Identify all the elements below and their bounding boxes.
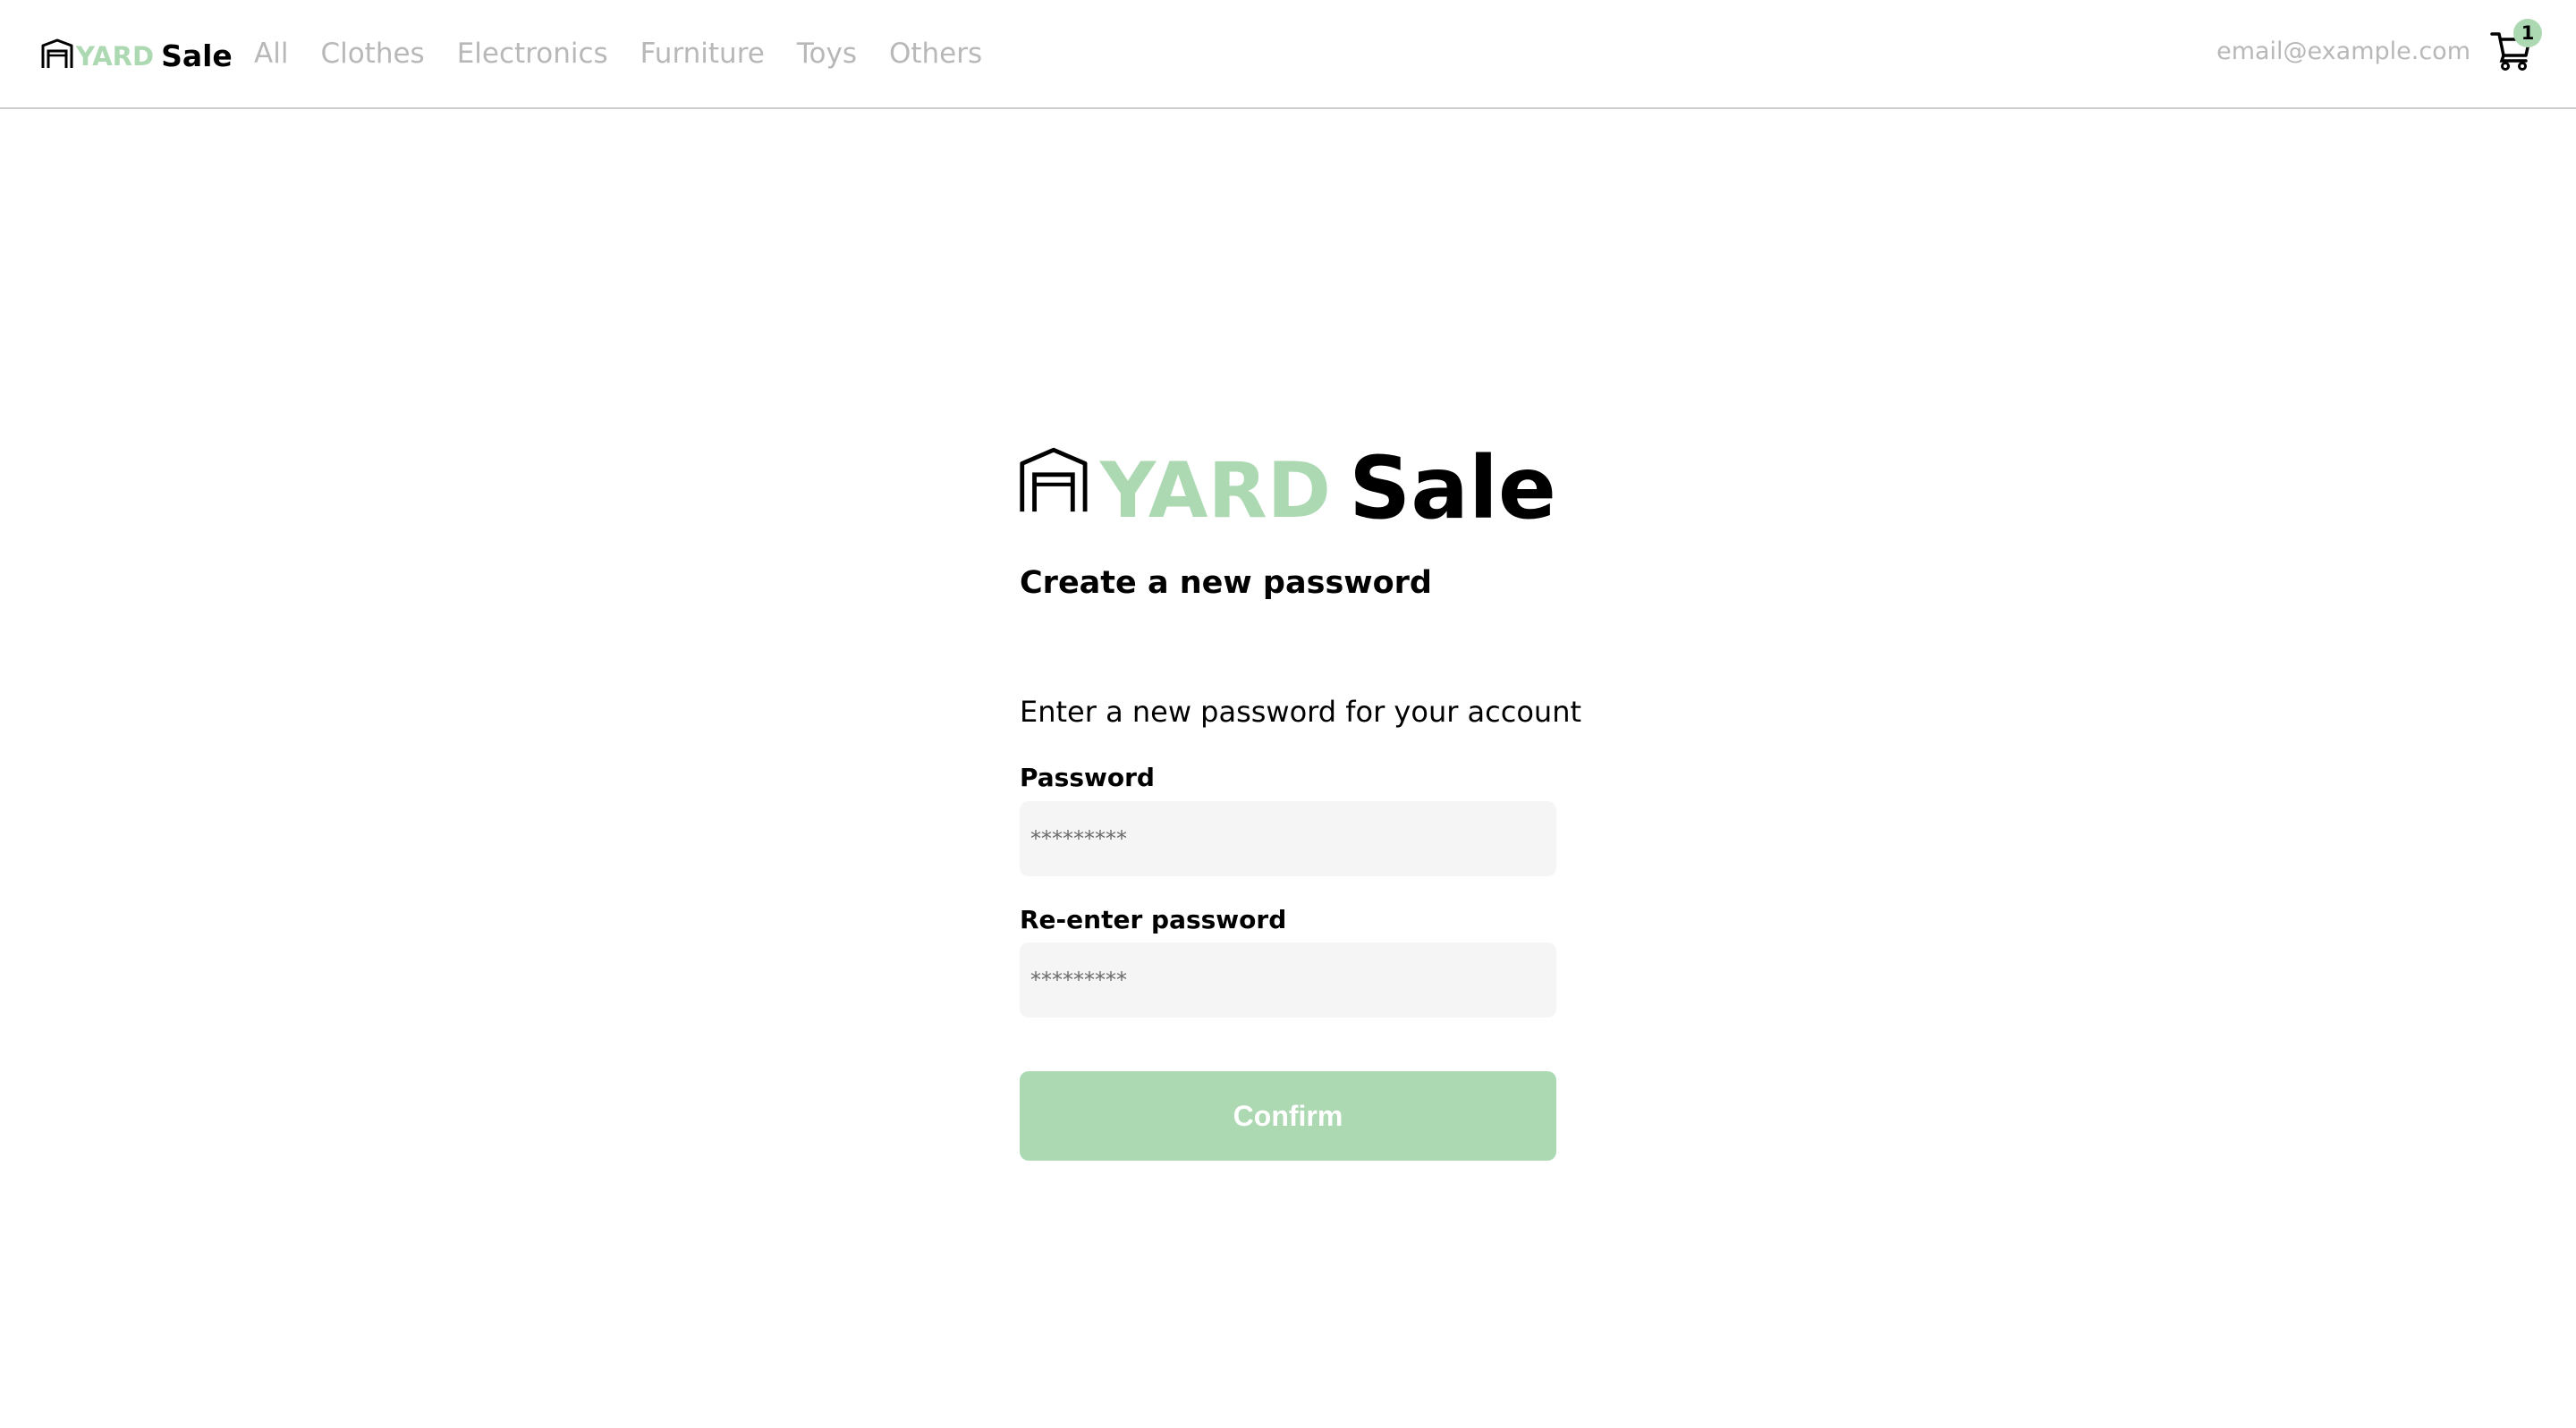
logo-sale-text: Sale bbox=[1349, 438, 1556, 538]
garage-icon bbox=[41, 38, 73, 68]
page-title: Create a new password bbox=[1020, 565, 1432, 601]
cart-count-badge: 1 bbox=[2513, 19, 2542, 47]
nav-link-all[interactable]: All bbox=[254, 39, 288, 68]
brand-yard-text: YARD bbox=[76, 40, 155, 72]
brand-logo[interactable]: YARD Sale bbox=[41, 32, 233, 75]
form-logo: YARD Sale bbox=[1020, 429, 1556, 538]
nav-link-others[interactable]: Others bbox=[889, 39, 982, 68]
confirm-button[interactable]: Confirm bbox=[1020, 1071, 1556, 1161]
password-label: Password bbox=[1020, 763, 1155, 792]
password-input[interactable] bbox=[1020, 801, 1556, 876]
nav-link-toys[interactable]: Toys bbox=[797, 39, 857, 68]
nav-link-electronics[interactable]: Electronics bbox=[457, 39, 608, 68]
reenter-password-input[interactable] bbox=[1020, 942, 1556, 1018]
reenter-password-label: Re-enter password bbox=[1020, 905, 1287, 934]
nav-link-furniture[interactable]: Furniture bbox=[640, 39, 765, 68]
nav-link-clothes[interactable]: Clothes bbox=[320, 39, 424, 68]
navbar: YARD Sale All Clothes Electronics Furnit… bbox=[0, 0, 2576, 109]
user-email[interactable]: email@example.com bbox=[2216, 39, 2470, 63]
new-password-form: YARD Sale Create a new password Enter a … bbox=[1020, 429, 1581, 1161]
cart-button[interactable]: 1 bbox=[2490, 19, 2542, 72]
garage-icon bbox=[1020, 447, 1088, 512]
form-subtitle: Enter a new password for your account bbox=[1020, 695, 1582, 729]
category-nav: All Clothes Electronics Furniture Toys O… bbox=[254, 32, 982, 75]
logo-yard-text: YARD bbox=[1099, 446, 1332, 536]
brand-sale-text: Sale bbox=[161, 38, 233, 73]
